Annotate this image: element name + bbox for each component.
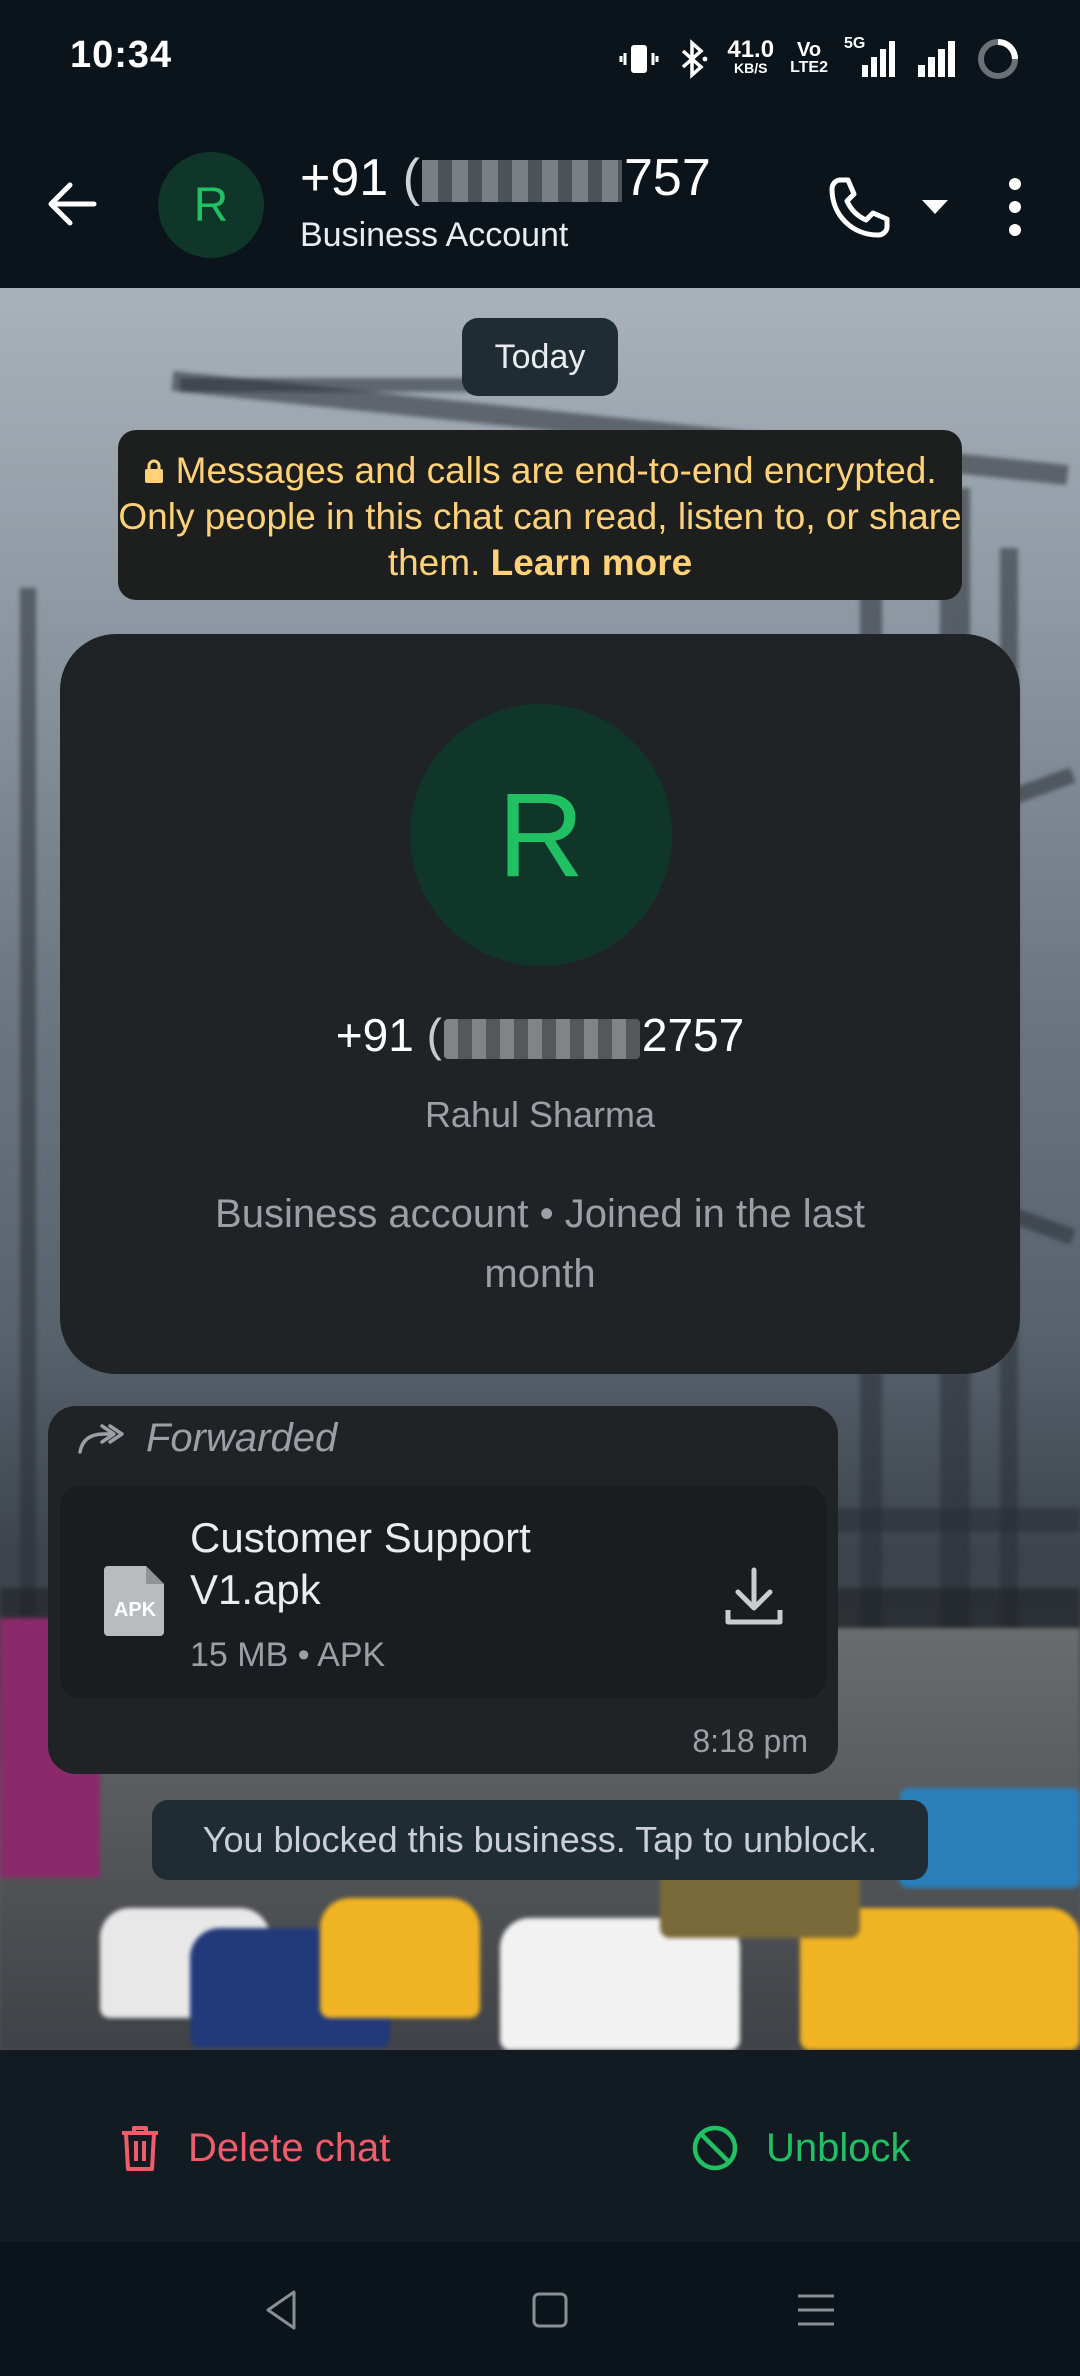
more-vert-icon[interactable]	[990, 172, 1040, 242]
file-meta: 15 MB • APK	[190, 1636, 386, 1674]
dropdown-icon[interactable]	[918, 192, 952, 222]
nav-recents-icon[interactable]	[792, 2286, 840, 2334]
encryption-notice[interactable]: Messages and calls are end-to-end encryp…	[118, 430, 962, 600]
volte-indicator: Vo LTE2	[790, 39, 828, 76]
net-speed: 41.0 KB/S	[727, 36, 775, 77]
blocked-notice[interactable]: You blocked this business. Tap to unbloc…	[152, 1800, 928, 1880]
redacted-digits	[422, 160, 622, 203]
date-chip: Today	[462, 318, 618, 396]
download-icon[interactable]	[720, 1564, 788, 1630]
delete-chat-label: Delete chat	[188, 2125, 391, 2170]
delete-chat-button[interactable]: Delete chat	[118, 2120, 390, 2176]
forwarded-label: Forwarded	[146, 1416, 338, 1460]
lock-icon	[145, 459, 164, 483]
status-icons: 41.0 KB/S Vo LTE2 5G	[619, 34, 1020, 84]
file-attachment[interactable]: APK Customer Support V1.apk 15 MB • APK	[60, 1486, 826, 1698]
status-time: 10:34	[70, 34, 173, 76]
file-name: Customer Support V1.apk	[190, 1514, 531, 1613]
trash-icon	[122, 2126, 158, 2171]
card-business-info: Business account • Joined in the last mo…	[215, 1192, 865, 1296]
card-avatar: R	[410, 704, 672, 966]
redacted-digits	[443, 1018, 640, 1059]
unblock-button[interactable]: Unblock	[690, 2120, 911, 2176]
phone-icon[interactable]	[820, 170, 896, 246]
message-bubble[interactable]: Forwarded APK Customer Support V1.apk 15…	[48, 1406, 838, 1774]
block-icon	[692, 2125, 738, 2171]
svg-text:APK: APK	[114, 1599, 157, 1621]
status-bar: 10:34 41.0 KB/S Vo LTE2 5G	[0, 0, 1080, 120]
blocked-actions-bar: Delete chat Unblock	[0, 2050, 1080, 2242]
vibrate-icon	[619, 45, 659, 73]
signal-5g-icon: 5G	[844, 35, 900, 79]
apk-file-icon: APK	[104, 1566, 164, 1636]
contact-subtitle: Business Account	[300, 216, 569, 254]
learn-more-link[interactable]: Learn more	[491, 542, 693, 583]
contact-avatar[interactable]: R	[158, 152, 264, 258]
message-time: 8:18 pm	[692, 1723, 808, 1759]
unblock-label: Unblock	[766, 2125, 911, 2170]
contact-info-card: R +91 (2757 Rahul Sharma Business accoun…	[60, 634, 1020, 1374]
nav-home-icon[interactable]	[526, 2286, 574, 2334]
chat-area[interactable]: Today Messages and calls are end-to-end …	[0, 288, 1080, 2050]
nav-back-icon[interactable]	[258, 2286, 306, 2334]
card-name: Rahul Sharma	[424, 1094, 656, 1135]
forward-icon	[78, 1424, 124, 1454]
card-phone: +91 (2757	[335, 1009, 745, 1061]
contact-phone[interactable]: +91 (757	[300, 148, 711, 208]
chat-header: R +91 (757 Business Account	[0, 120, 1080, 288]
signal-icon	[918, 41, 955, 77]
back-arrow-icon[interactable]	[40, 172, 104, 236]
system-nav-bar	[0, 2242, 1080, 2376]
bluetooth-icon	[682, 39, 708, 79]
battery-ring-icon	[978, 39, 1018, 79]
